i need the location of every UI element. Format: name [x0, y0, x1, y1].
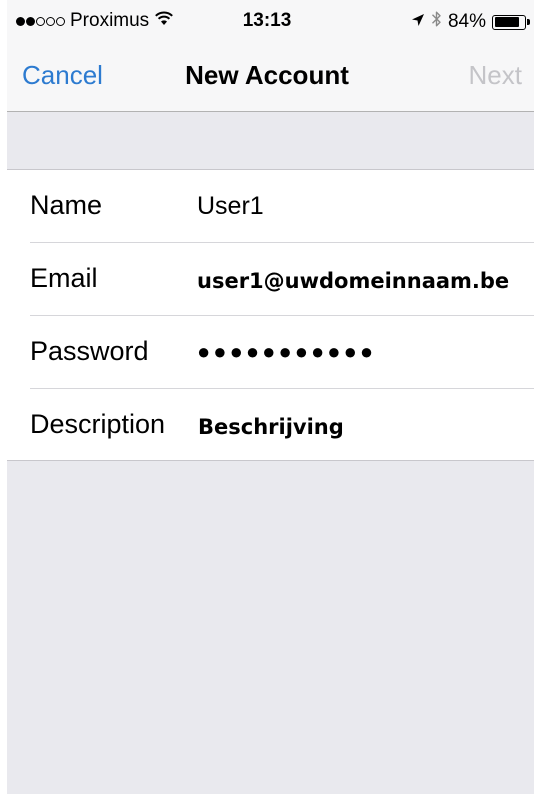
bluetooth-icon — [431, 10, 442, 34]
battery-percent: 84% — [447, 11, 486, 32]
next-button[interactable]: Next — [469, 60, 522, 91]
form-row-password[interactable]: Password ●●●●●●●●●●● — [30, 316, 534, 389]
name-label: Name — [30, 190, 103, 220]
email-label: Email — [30, 263, 98, 293]
name-field[interactable]: User1 — [197, 192, 264, 221]
battery-icon — [492, 14, 530, 30]
battery-level-fill — [494, 17, 519, 27]
section-header-gap — [0, 112, 534, 170]
description-label: Description — [30, 409, 166, 439]
password-label: Password — [30, 336, 149, 366]
page-title: New Account — [185, 60, 349, 90]
status-bar: Proximus 13:13 84% — [0, 0, 534, 40]
form-row-description[interactable]: Description Beschrijving — [30, 389, 534, 461]
status-right: 84% — [411, 10, 530, 34]
empty-background — [0, 461, 534, 794]
description-field[interactable]: Beschrijving — [198, 415, 344, 439]
form-row-name[interactable]: Name User1 — [30, 170, 534, 243]
form-row-email[interactable]: Email user1@uwdomeinnaam.be — [30, 243, 534, 316]
screen: Proximus 13:13 84% Cancel New Account Ne… — [0, 0, 534, 794]
left-edge-strip — [0, 0, 7, 794]
battery-nub — [527, 18, 530, 25]
email-field[interactable]: user1@uwdomeinnaam.be — [197, 269, 509, 293]
password-field[interactable]: ●●●●●●●●●●● — [197, 339, 376, 365]
location-arrow-icon — [411, 11, 425, 33]
navigation-bar: Cancel New Account Next — [0, 40, 534, 112]
account-form: Name User1 Email user1@uwdomeinnaam.be P… — [0, 170, 534, 461]
